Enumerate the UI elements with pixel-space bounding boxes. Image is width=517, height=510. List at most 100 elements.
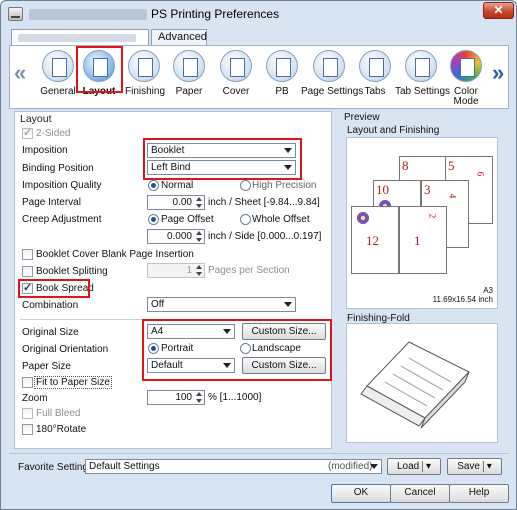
rotate-180-checkbox[interactable] <box>22 424 33 435</box>
pb-icon <box>266 50 298 82</box>
page-number: 3 <box>424 182 431 197</box>
binding-position-label: Binding Position <box>22 163 94 174</box>
page-number: 5 <box>448 158 455 173</box>
quality-normal-label: Normal <box>161 180 194 191</box>
creep-unit: inch / Side [0.000...0.197] <box>208 231 322 242</box>
spin-up-icon[interactable] <box>196 265 202 269</box>
printing-preferences-window: PS Printing Preferences ✕ Advanced « Gen… <box>0 0 517 510</box>
page-number: 12 <box>366 233 379 248</box>
quality-high-radio[interactable] <box>240 180 251 191</box>
ok-button[interactable]: OK <box>331 484 391 503</box>
spin-down-icon[interactable] <box>196 204 202 208</box>
imposition-label: Imposition <box>22 145 68 156</box>
preview-paper-size: A3 11.69x16.54 inch <box>433 286 493 304</box>
original-size-label: Original Size <box>22 327 79 338</box>
tab-settings-icon <box>405 50 437 82</box>
two-sided-label: 2-Sided <box>36 128 71 139</box>
toolbar-item-paper[interactable]: Paper <box>170 50 208 97</box>
zoom-label: Zoom <box>22 393 48 404</box>
imposition-quality-label: Imposition Quality <box>22 180 102 191</box>
toolbar-item-color-mode[interactable]: Color Mode <box>446 50 486 107</box>
toolbar-label: Finishing <box>125 86 166 97</box>
favorite-setting-select[interactable]: Default Settings (modified) <box>85 459 382 474</box>
quality-high-label: High Precision <box>252 180 317 191</box>
spin-up-icon[interactable] <box>196 197 202 201</box>
toolbar-item-page-settings[interactable]: Page Settings <box>301 50 363 97</box>
page-interval-value: 0.00 <box>172 197 192 208</box>
help-button[interactable]: Help <box>449 484 509 503</box>
favorite-setting-value: Default Settings <box>89 461 160 472</box>
toolbar-item-tab-settings[interactable]: Tab Settings <box>395 50 450 97</box>
spin-up-icon[interactable] <box>196 392 202 396</box>
creep-page-offset-label: Page Offset <box>161 214 214 225</box>
chevron-down-icon[interactable]: ▾ <box>422 461 432 472</box>
toolbar-item-tabs[interactable]: Tabs <box>356 50 394 97</box>
booklet-cover-blank-label: Booklet Cover Blank Page Insertion <box>36 249 194 260</box>
creep-value-stepper[interactable]: 0.000 <box>147 229 205 244</box>
pages-per-section-stepper[interactable]: 1 <box>147 263 205 278</box>
spin-down-icon[interactable] <box>196 272 202 276</box>
chevron-down-icon[interactable]: ▾ <box>482 461 492 472</box>
preview-page: 12 <box>351 206 399 274</box>
layout-highlight <box>76 46 123 93</box>
toolbar-label: Tabs <box>364 86 386 97</box>
save-label: Save <box>457 461 480 472</box>
page-interval-stepper[interactable]: 0.00 <box>147 195 205 210</box>
booklet-splitting-label: Booklet Splitting <box>36 266 108 277</box>
quality-normal-radio[interactable] <box>148 180 159 191</box>
creep-whole-offset-label: Whole Offset <box>252 214 310 225</box>
tabs-icon <box>359 50 391 82</box>
redacted-printer-name <box>29 9 147 20</box>
page-interval-unit: inch / Sheet [-9.84...9.84] <box>208 197 320 208</box>
cancel-button[interactable]: Cancel <box>390 484 450 503</box>
booklet-cover-blank-checkbox[interactable] <box>22 249 33 260</box>
booklet-splitting-checkbox[interactable] <box>22 266 33 277</box>
scroll-right-icon[interactable]: » <box>492 60 504 86</box>
fit-to-paper-checkbox[interactable] <box>22 377 33 388</box>
load-button[interactable]: Load ▾ <box>387 458 441 475</box>
preview-page: 12 <box>399 206 447 274</box>
scroll-left-icon[interactable]: « <box>14 60 26 86</box>
creep-whole-offset-radio[interactable] <box>240 214 251 225</box>
book-spread-highlight <box>18 279 90 298</box>
combination-select[interactable]: Off <box>147 297 296 312</box>
pages-per-section-unit: Pages per Section <box>208 265 290 276</box>
paper-icon <box>173 50 205 82</box>
preview-subtitle: Layout and Finishing <box>347 125 440 136</box>
tab-printer-settings[interactable] <box>11 29 149 45</box>
toolbar-item-pb[interactable]: PB <box>263 50 301 97</box>
tab-advanced[interactable]: Advanced <box>151 29 207 45</box>
two-sided-checkbox[interactable] <box>22 126 33 139</box>
spin-down-icon[interactable] <box>196 238 202 242</box>
toolbar-label: Color Mode <box>453 86 479 107</box>
creep-value: 0.000 <box>166 231 192 242</box>
page-number: 1 <box>414 233 421 248</box>
page-number: 6 <box>475 171 486 177</box>
spin-up-icon[interactable] <box>196 231 202 235</box>
toolbar-label: PB <box>275 86 289 97</box>
full-bleed-checkbox[interactable] <box>22 408 33 419</box>
printer-icon <box>42 50 74 82</box>
cover-icon <box>220 50 252 82</box>
spin-down-icon[interactable] <box>196 399 202 403</box>
save-button[interactable]: Save ▾ <box>447 458 502 475</box>
toolbar-item-cover[interactable]: Cover <box>217 50 255 97</box>
zoom-value: 100 <box>175 392 192 403</box>
paper-size-name: A3 <box>483 286 493 295</box>
toolbar-item-finishing[interactable]: Finishing <box>125 50 166 97</box>
finishing-icon <box>128 50 160 82</box>
preview-title: Preview <box>344 112 380 123</box>
fold-booklet-icon <box>360 341 470 429</box>
finishing-fold-preview <box>346 323 498 443</box>
creep-page-offset-radio[interactable] <box>148 214 159 225</box>
title-bar: PS Printing Preferences ✕ <box>1 1 516 27</box>
close-button[interactable]: ✕ <box>483 2 514 19</box>
size-settings-highlight <box>142 319 332 381</box>
zoom-stepper[interactable]: 100 <box>147 390 205 405</box>
load-label: Load <box>396 461 420 472</box>
page-settings-icon <box>313 50 345 82</box>
window-title: PS Printing Preferences <box>151 7 280 21</box>
toolbar-item-general[interactable]: General <box>36 50 80 97</box>
pages-per-section-value: 1 <box>186 265 192 276</box>
combination-label: Combination <box>22 300 79 311</box>
